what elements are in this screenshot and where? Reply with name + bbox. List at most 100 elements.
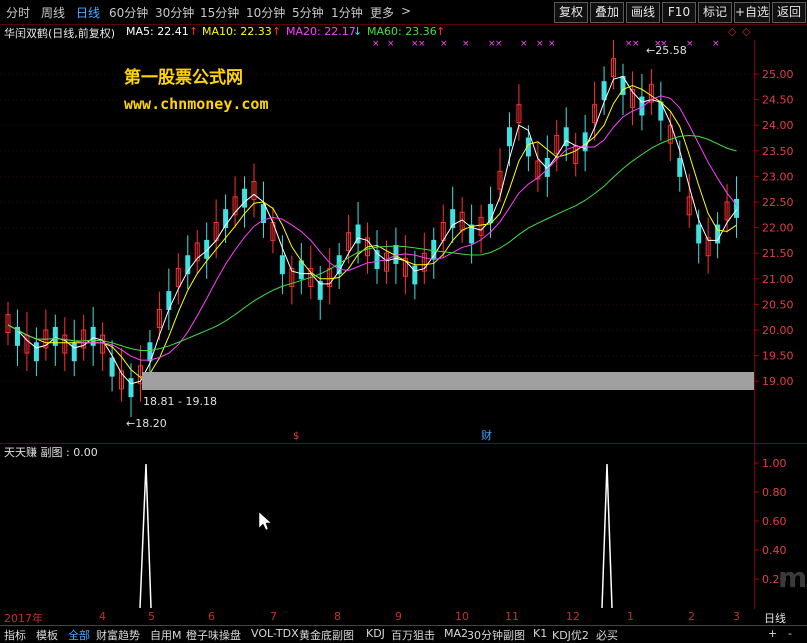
date-label: 10 bbox=[455, 610, 469, 623]
date-label: 11 bbox=[505, 610, 519, 623]
date-label: 2017年 bbox=[4, 612, 43, 625]
candle-body bbox=[279, 255, 285, 275]
diamond-icon-2[interactable]: ◇ bbox=[742, 25, 750, 38]
signal-x-mark: × bbox=[462, 40, 470, 49]
ma-line bbox=[7, 75, 737, 385]
price-tick-label: 25.00 bbox=[762, 68, 794, 81]
period-5min[interactable]: 5分钟 bbox=[292, 4, 324, 21]
candle-body bbox=[506, 127, 512, 147]
add-favorite-button[interactable]: +自选 bbox=[734, 2, 770, 23]
tab-kdj[interactable]: KDJ bbox=[366, 627, 385, 640]
sub-tick-label: 0.40 bbox=[762, 544, 787, 557]
fuquan-button[interactable]: 复权 bbox=[554, 2, 588, 23]
period-15min[interactable]: 15分钟 bbox=[200, 4, 239, 21]
signal-x-mark: × bbox=[418, 40, 426, 49]
high-label: ←25.58 bbox=[646, 44, 687, 57]
signal-x-mark: × bbox=[712, 40, 720, 49]
ma60-arrow-icon: ↑ bbox=[436, 25, 446, 38]
low-label: ←18.20 bbox=[126, 417, 167, 430]
candle-body bbox=[298, 260, 304, 280]
period-indicator[interactable]: 日线 bbox=[764, 610, 786, 626]
candle-body bbox=[734, 198, 740, 218]
date-label: 3 bbox=[733, 610, 740, 623]
candle-body bbox=[71, 342, 77, 362]
date-label: 12 bbox=[566, 610, 580, 623]
subchart-title: 天天赚 副图 : 0.00 bbox=[4, 446, 98, 459]
tab-ma2[interactable]: MA2 bbox=[444, 627, 468, 640]
overlay-button[interactable]: 叠加 bbox=[590, 2, 624, 23]
price-tick-label: 19.00 bbox=[762, 375, 794, 388]
tab-vol-tdx[interactable]: VOL-TDX bbox=[251, 627, 299, 640]
candle-body bbox=[412, 265, 418, 285]
candle-body bbox=[33, 342, 39, 362]
ma-line bbox=[7, 134, 737, 351]
candle-body bbox=[128, 378, 134, 398]
indicator-tab-bar: 指标 模板 全部 财富趋势 自用M 橙子味操盘 VOL-TDX 黄金底副图 KD… bbox=[0, 625, 807, 642]
event-mark-finance[interactable]: 财 bbox=[481, 428, 492, 442]
band-range-label: 18.81 - 19.18 bbox=[143, 395, 217, 408]
event-mark-dividend[interactable]: $ bbox=[293, 431, 299, 442]
price-tick-label: 24.50 bbox=[762, 94, 794, 107]
tab-k1[interactable]: K1 bbox=[533, 627, 547, 640]
ma20-arrow-icon: ↓ bbox=[353, 25, 363, 38]
period-fenshi[interactable]: 分时 bbox=[6, 4, 30, 21]
price-tick-label: 23.00 bbox=[762, 170, 794, 183]
more-chevron-icon[interactable]: > bbox=[401, 4, 411, 18]
candle-body bbox=[696, 224, 702, 244]
mouse-cursor-icon bbox=[258, 511, 272, 531]
price-band bbox=[142, 372, 754, 390]
signal-spike-1 bbox=[139, 463, 152, 609]
signal-x-mark: × bbox=[632, 40, 640, 49]
back-button[interactable]: 返回 bbox=[772, 2, 806, 23]
ma-info-line: 华闰双鹤(日线,前复权) MA5: 22.41 ↑ MA10: 22.33 ↑ … bbox=[0, 24, 807, 40]
signal-x-mark: × bbox=[536, 40, 544, 49]
candlestick-panel[interactable]: × × × × × × × × × × × × × ×× × × 25.0024.5024.0023.5023… bbox=[0, 40, 807, 444]
candle-body bbox=[601, 81, 607, 101]
date-label: 5 bbox=[148, 610, 155, 623]
ma60-value: MA60: 23.36 bbox=[367, 25, 437, 38]
period-30min[interactable]: 30分钟 bbox=[155, 4, 194, 21]
zoom-out-button[interactable]: - bbox=[788, 627, 792, 640]
signal-x-mark: × bbox=[440, 40, 448, 49]
f10-button[interactable]: F10 bbox=[662, 2, 696, 23]
draw-line-button[interactable]: 画线 bbox=[626, 2, 660, 23]
ma5-arrow-icon: ↑ bbox=[189, 25, 199, 38]
price-tick-label: 20.50 bbox=[762, 298, 794, 311]
zoom-in-button[interactable]: + bbox=[768, 627, 777, 640]
indicator-subpanel[interactable]: 1.000.800.600.400.20 m bbox=[0, 444, 807, 609]
date-label: 8 bbox=[334, 610, 341, 623]
candle-body bbox=[677, 157, 683, 177]
date-label: 4 bbox=[99, 610, 106, 623]
stock-title: 华闰双鹤(日线,前复权) bbox=[4, 27, 116, 40]
period-week[interactable]: 周线 bbox=[41, 4, 65, 21]
sub-tick-label: 0.80 bbox=[762, 486, 787, 499]
period-toolbar: 分时 周线 日线 60分钟 30分钟 15分钟 10分钟 5分钟 1分钟 更多 … bbox=[0, 0, 807, 25]
ma-line bbox=[7, 84, 737, 378]
ma10-arrow-icon: ↑ bbox=[272, 25, 282, 38]
diamond-icon[interactable]: ◇ bbox=[728, 25, 736, 38]
ma5-value: MA5: 22.41 bbox=[126, 25, 189, 38]
date-label: 2 bbox=[688, 610, 695, 623]
price-tick-label: 24.00 bbox=[762, 119, 794, 132]
period-10min[interactable]: 10分钟 bbox=[246, 4, 285, 21]
signal-spike-2 bbox=[601, 463, 613, 609]
ma10-value: MA10: 22.33 bbox=[202, 25, 272, 38]
price-tick-label: 21.00 bbox=[762, 273, 794, 286]
time-axis: 2017年 4 5 6 7 8 9 10 11 12 1 2 3 日线 bbox=[0, 609, 807, 625]
period-day[interactable]: 日线 bbox=[76, 4, 100, 21]
period-60min[interactable]: 60分钟 bbox=[109, 4, 148, 21]
price-tick-label: 22.00 bbox=[762, 222, 794, 235]
m-logo: m bbox=[778, 561, 807, 594]
period-more[interactable]: 更多 bbox=[370, 4, 394, 21]
mark-button[interactable]: 标记 bbox=[698, 2, 732, 23]
date-label: 7 bbox=[270, 610, 277, 623]
watermark-title: 第一股票公式网 bbox=[124, 67, 243, 88]
candle-body bbox=[242, 188, 248, 208]
sub-tick-label: 1.00 bbox=[762, 457, 787, 470]
price-tick-label: 22.50 bbox=[762, 196, 794, 209]
signal-x-mark: × bbox=[372, 40, 380, 49]
date-label: 9 bbox=[395, 610, 402, 623]
period-1min[interactable]: 1分钟 bbox=[331, 4, 363, 21]
date-label: 1 bbox=[627, 610, 634, 623]
signal-x-mark: × bbox=[387, 40, 395, 49]
